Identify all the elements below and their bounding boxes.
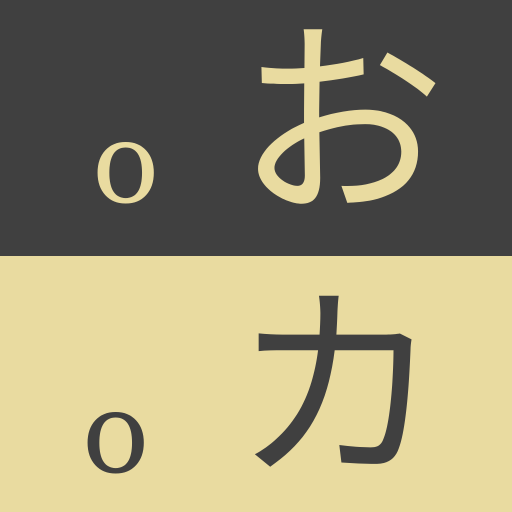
bottom-romaji-text: o	[82, 369, 150, 499]
bottom-katakana-character: カ	[232, 266, 443, 511]
top-panel: o お	[0, 0, 512, 256]
top-romaji-text: o	[92, 99, 160, 229]
top-hiragana-character: お	[236, 2, 447, 247]
bottom-panel: o カ	[0, 256, 512, 512]
